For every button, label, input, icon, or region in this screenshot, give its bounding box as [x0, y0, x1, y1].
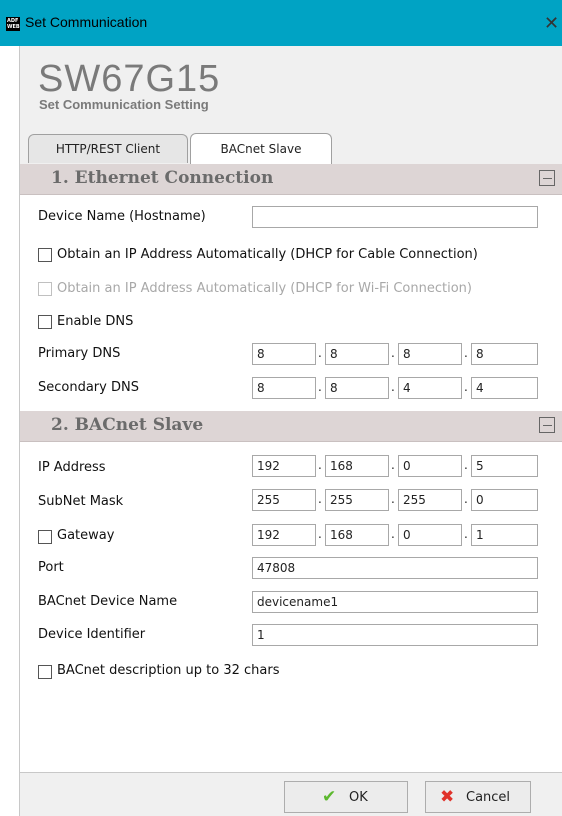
collapse-icon[interactable] [539, 170, 555, 186]
secondary-dns-octet-3[interactable]: 4 [398, 377, 462, 399]
section-title: 1. Ethernet Connection [51, 168, 274, 188]
gateway-octet-4[interactable]: 1 [471, 524, 538, 546]
device-identifier-field[interactable]: 1 [252, 624, 538, 646]
app-name: SW67G15 [38, 58, 221, 100]
bacnet-device-name-label: BACnet Device Name [38, 594, 178, 609]
ok-button[interactable]: ✔ OK [284, 781, 408, 813]
ip-address-label: IP Address [38, 460, 106, 475]
tab-bar: HTTP/REST Client BACnet Slave [20, 133, 562, 165]
gateway-octet-2[interactable]: 168 [325, 524, 389, 546]
device-identifier-label: Device Identifier [38, 627, 146, 642]
primary-dns-octet-1[interactable]: 8 [252, 343, 316, 365]
tab-bacnet-slave[interactable]: BACnet Slave [190, 133, 332, 164]
subnet-octet-2[interactable]: 255 [325, 489, 389, 511]
cancel-button[interactable]: ✖ Cancel [425, 781, 531, 813]
port-field[interactable]: 47808 [252, 557, 538, 579]
dhcp-wifi-checkbox [38, 282, 52, 296]
subnet-octet-3[interactable]: 255 [398, 489, 462, 511]
subnet-octet-4[interactable]: 0 [471, 489, 538, 511]
bacnet-desc32-checkbox[interactable] [38, 665, 52, 679]
octet-separator: . [464, 346, 468, 360]
device-name-label: Device Name (Hostname) [38, 209, 206, 224]
ip-octet-3[interactable]: 0 [398, 455, 462, 477]
tab-panel: 1. Ethernet Connection Device Name (Host… [20, 164, 562, 772]
subnet-octet-1[interactable]: 255 [252, 489, 316, 511]
octet-separator: . [464, 492, 468, 506]
octet-separator: . [464, 527, 468, 541]
octet-separator: . [391, 380, 395, 394]
check-icon: ✔ [322, 787, 337, 807]
dhcp-wifi-label: Obtain an IP Address Automatically (DHCP… [57, 281, 472, 296]
dhcp-cable-checkbox[interactable] [38, 248, 52, 262]
primary-dns-label: Primary DNS [38, 346, 121, 361]
octet-separator: . [391, 492, 395, 506]
ok-button-label: OK [349, 790, 368, 805]
close-icon[interactable]: ✕ [544, 13, 559, 34]
subnet-mask-label: SubNet Mask [38, 494, 124, 509]
port-label: Port [38, 560, 64, 575]
enable-dns-label: Enable DNS [57, 314, 134, 329]
secondary-dns-label: Secondary DNS [38, 380, 139, 395]
primary-dns-octet-3[interactable]: 8 [398, 343, 462, 365]
bacnet-desc32-label: BACnet description up to 32 chars [57, 663, 280, 678]
bacnet-device-name-field[interactable]: devicename1 [252, 591, 538, 613]
secondary-dns-octet-4[interactable]: 4 [471, 377, 538, 399]
x-icon: ✖ [440, 787, 455, 807]
dialog-body: SW67G15 Set Communication Setting HTTP/R… [19, 46, 562, 816]
secondary-dns-octet-1[interactable]: 8 [252, 377, 316, 399]
cancel-button-label: Cancel [466, 790, 511, 805]
title-bar: ADF WEB Set Communication ✕ [0, 0, 562, 46]
octet-separator: . [318, 380, 322, 394]
gateway-checkbox[interactable] [38, 530, 52, 544]
octet-separator: . [391, 458, 395, 472]
tab-http-rest-client[interactable]: HTTP/REST Client [28, 134, 188, 163]
octet-separator: . [391, 346, 395, 360]
gateway-octet-1[interactable]: 192 [252, 524, 316, 546]
enable-dns-checkbox[interactable] [38, 315, 52, 329]
octet-separator: . [318, 458, 322, 472]
octet-separator: . [318, 492, 322, 506]
section-bacnet-header: 2. BACnet Slave [20, 411, 562, 442]
ip-octet-2[interactable]: 168 [325, 455, 389, 477]
footer-divider [20, 772, 562, 773]
octet-separator: . [464, 380, 468, 394]
device-name-field[interactable] [252, 206, 538, 228]
octet-separator: . [318, 346, 322, 360]
app-logo-icon: ADF WEB [6, 17, 20, 31]
primary-dns-octet-2[interactable]: 8 [325, 343, 389, 365]
gateway-label: Gateway [57, 528, 115, 543]
dhcp-cable-label: Obtain an IP Address Automatically (DHCP… [57, 247, 478, 262]
secondary-dns-octet-2[interactable]: 8 [325, 377, 389, 399]
section-title: 2. BACnet Slave [51, 415, 204, 435]
section-ethernet-header: 1. Ethernet Connection [20, 164, 562, 195]
ip-octet-1[interactable]: 192 [252, 455, 316, 477]
app-subtitle: Set Communication Setting [39, 97, 209, 112]
octet-separator: . [464, 458, 468, 472]
window-title: Set Communication [25, 14, 148, 30]
gateway-octet-3[interactable]: 0 [398, 524, 462, 546]
octet-separator: . [318, 527, 322, 541]
collapse-icon[interactable] [539, 417, 555, 433]
octet-separator: . [391, 527, 395, 541]
ip-octet-4[interactable]: 5 [471, 455, 538, 477]
primary-dns-octet-4[interactable]: 8 [471, 343, 538, 365]
